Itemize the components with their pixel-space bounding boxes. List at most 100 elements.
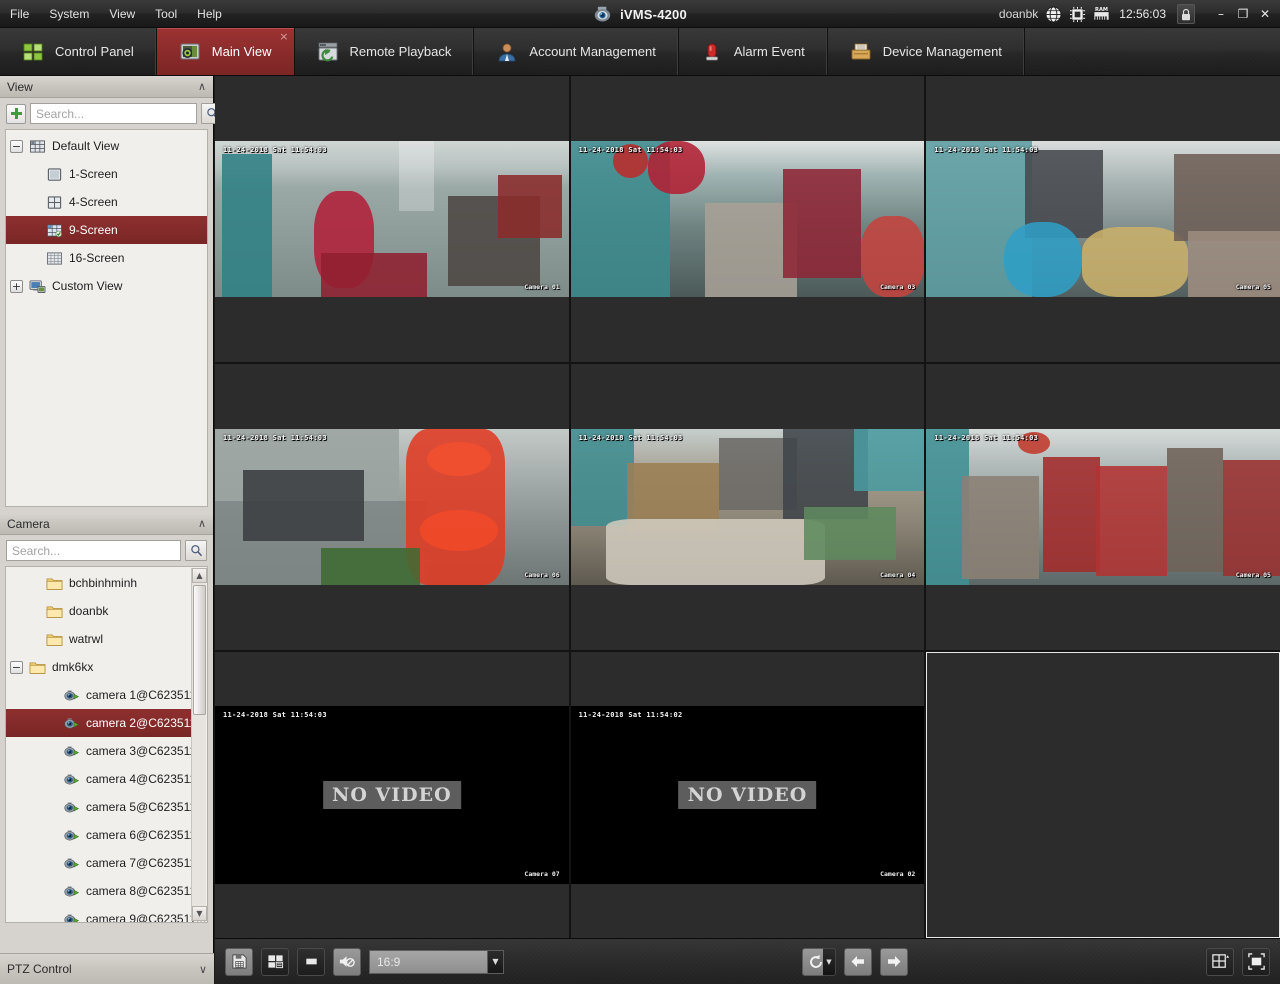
view-tree-item[interactable]: + Custom View: [6, 272, 207, 300]
chevron-up-icon[interactable]: ∧: [198, 517, 206, 530]
camera-tree-item[interactable]: camera 3@C623511...: [6, 737, 206, 765]
ram-usage-icon[interactable]: RAM: [1093, 6, 1110, 23]
camera-tree-item[interactable]: camera 8@C623511...: [6, 877, 206, 905]
mute-button[interactable]: [333, 947, 361, 976]
osd-timestamp: 11-24-2018 Sat 11:54:02: [578, 711, 683, 720]
menu-tool[interactable]: Tool: [146, 3, 186, 25]
multi-window-button[interactable]: [261, 947, 289, 976]
scene-shape: [427, 441, 491, 476]
scene-shape: [782, 169, 861, 279]
tab-close-icon[interactable]: ×: [279, 31, 288, 42]
camera-tree-item[interactable]: camera 6@C623511...: [6, 821, 206, 849]
tree-item-label: camera 9@C623511...: [86, 912, 207, 923]
collapse-icon[interactable]: −: [10, 139, 23, 153]
view-tree-item[interactable]: 16-Screen: [6, 244, 207, 272]
camera-tree-item[interactable]: watrwl: [6, 625, 191, 653]
video-cell-5[interactable]: 11-24-2018 Sat 11:54:03 Camera 04: [570, 364, 925, 650]
stop-all-button[interactable]: [297, 947, 325, 976]
view-tree-item[interactable]: 1-Screen: [6, 160, 207, 188]
camera-search-button[interactable]: [185, 540, 207, 561]
scrollbar-thumb[interactable]: [193, 585, 206, 715]
camera-tree-item[interactable]: camera 5@C623511...: [6, 793, 206, 821]
view-tree-item[interactable]: − Default View: [6, 132, 207, 160]
camera-tree-item[interactable]: − dmk6kx: [6, 653, 191, 681]
network-globe-icon[interactable]: [1045, 5, 1062, 23]
camera-panel-header[interactable]: Camera ∧: [0, 513, 213, 535]
camera-tree[interactable]: bchbinhminh doanbk watrwl − dmk6kx camera 1@C…: [5, 566, 208, 923]
expand-icon[interactable]: +: [10, 279, 23, 293]
tab-alarm-event[interactable]: Alarm Event: [679, 28, 828, 75]
tab-main-view[interactable]: Main View ×: [156, 28, 295, 75]
camera-tree-scrollbar[interactable]: ▲ ▼: [191, 568, 207, 921]
menu-system[interactable]: System: [40, 3, 98, 25]
video-cell-1[interactable]: 11-24-2018 Sat 11:54:03 Camera 01: [215, 76, 569, 362]
camera-tree-item[interactable]: camera 7@C623511...: [6, 849, 206, 877]
menu-view[interactable]: View: [100, 3, 144, 25]
arrow-left-icon: [851, 956, 864, 967]
collapse-icon[interactable]: −: [10, 660, 23, 674]
next-page-button[interactable]: [880, 947, 908, 976]
scene-shape: [570, 429, 635, 526]
osd-camera-name: Camera 03: [880, 282, 916, 291]
view-tree-item[interactable]: 4-Screen: [6, 188, 207, 216]
tree-item-label: dmk6kx: [52, 660, 94, 674]
camera-tree-item[interactable]: camera 4@C623511...: [6, 765, 206, 793]
aspect-ratio-value[interactable]: 16:9: [369, 949, 487, 974]
minimize-button[interactable]: –: [1210, 4, 1232, 24]
camera-tree-item[interactable]: camera 1@C623511...: [6, 681, 206, 709]
video-cell-3[interactable]: 11-24-2018 Sat 11:54:03 Camera 05: [926, 76, 1280, 362]
cpu-usage-icon[interactable]: [1069, 6, 1086, 23]
tab-remote-playback[interactable]: Remote Playback: [295, 28, 475, 75]
video-frame: 11-24-2018 Sat 11:54:03 Camera 03: [570, 141, 925, 297]
left-sidebar: View ∧ − Default View 1-Screen 4-Screen 9-Sc…: [0, 76, 223, 984]
scroll-down-icon[interactable]: ▼: [192, 906, 207, 921]
window-controls: – ❐ ✕: [1210, 4, 1276, 24]
video-cell-4[interactable]: 11-24-2018 Sat 11:54:03 Camera 06: [215, 364, 569, 650]
chevron-down-icon[interactable]: ∨: [199, 963, 207, 976]
scene-shape: [961, 475, 1040, 579]
view-search-input[interactable]: [30, 103, 197, 124]
tab-device-management[interactable]: Device Management: [828, 28, 1025, 75]
video-cell-9[interactable]: [926, 652, 1280, 938]
tree-item-label: camera 4@C623511...: [86, 772, 207, 786]
camera-search-input[interactable]: [6, 540, 181, 561]
video-frame: 11-24-2018 Sat 11:54:03 Camera 01: [215, 141, 569, 297]
view-tree-item[interactable]: 9-Screen: [6, 216, 207, 244]
menu-help[interactable]: Help: [188, 3, 231, 25]
video-cell-2[interactable]: 11-24-2018 Sat 11:54:03 Camera 03: [570, 76, 925, 362]
camera-tree-item[interactable]: camera 9@C623511...: [6, 905, 206, 922]
view-panel-header[interactable]: View ∧: [0, 76, 213, 98]
capture-button[interactable]: [225, 947, 253, 976]
tree-item-label: camera 8@C623511...: [86, 884, 207, 898]
device-management-icon: [851, 43, 871, 59]
aspect-ratio-select[interactable]: 16:9 ▼: [369, 949, 504, 974]
video-cell-7[interactable]: NO VIDEO 11-24-2018 Sat 11:54:03 Camera 07: [215, 652, 569, 938]
window-division-button[interactable]: [1206, 947, 1234, 976]
video-frame: 11-24-2018 Sat 11:54:03 Camera 04: [570, 429, 925, 585]
menu-file[interactable]: File: [1, 3, 38, 25]
camera-tree-item[interactable]: doanbk: [6, 597, 191, 625]
folder-icon: [29, 661, 46, 674]
control-panel-icon: [23, 43, 43, 60]
add-view-button[interactable]: [6, 103, 26, 124]
lock-screen-button[interactable]: [1177, 4, 1195, 24]
previous-page-button[interactable]: [844, 947, 872, 976]
scene-shape: [497, 175, 562, 238]
video-cell-6[interactable]: 11-24-2018 Sat 11:54:03 Camera 05: [926, 364, 1280, 650]
scene-shape: [243, 469, 364, 542]
view-tree[interactable]: − Default View 1-Screen 4-Screen 9-Screen 16-…: [5, 129, 208, 507]
camera-tree-item[interactable]: bchbinhminh: [6, 569, 191, 597]
maximize-button[interactable]: ❐: [1232, 4, 1254, 24]
chevron-up-icon[interactable]: ∧: [198, 80, 206, 93]
ptz-control-panel-header[interactable]: PTZ Control ∨: [0, 953, 214, 984]
chevron-down-icon[interactable]: ▼: [487, 949, 504, 974]
scroll-up-icon[interactable]: ▲: [192, 568, 207, 583]
camera-tree-item[interactable]: camera 2@C623511...: [6, 709, 206, 737]
fullscreen-button[interactable]: [1242, 947, 1270, 976]
video-frame: NO VIDEO 11-24-2018 Sat 11:54:03 Camera 07: [215, 706, 569, 884]
tab-account-management[interactable]: Account Management: [474, 28, 679, 75]
video-cell-8[interactable]: NO VIDEO 11-24-2018 Sat 11:54:02 Camera 02: [570, 652, 925, 938]
close-button[interactable]: ✕: [1254, 4, 1276, 24]
auto-switch-dropdown[interactable]: ▼: [823, 947, 836, 976]
tab-control-panel[interactable]: Control Panel: [0, 28, 157, 75]
